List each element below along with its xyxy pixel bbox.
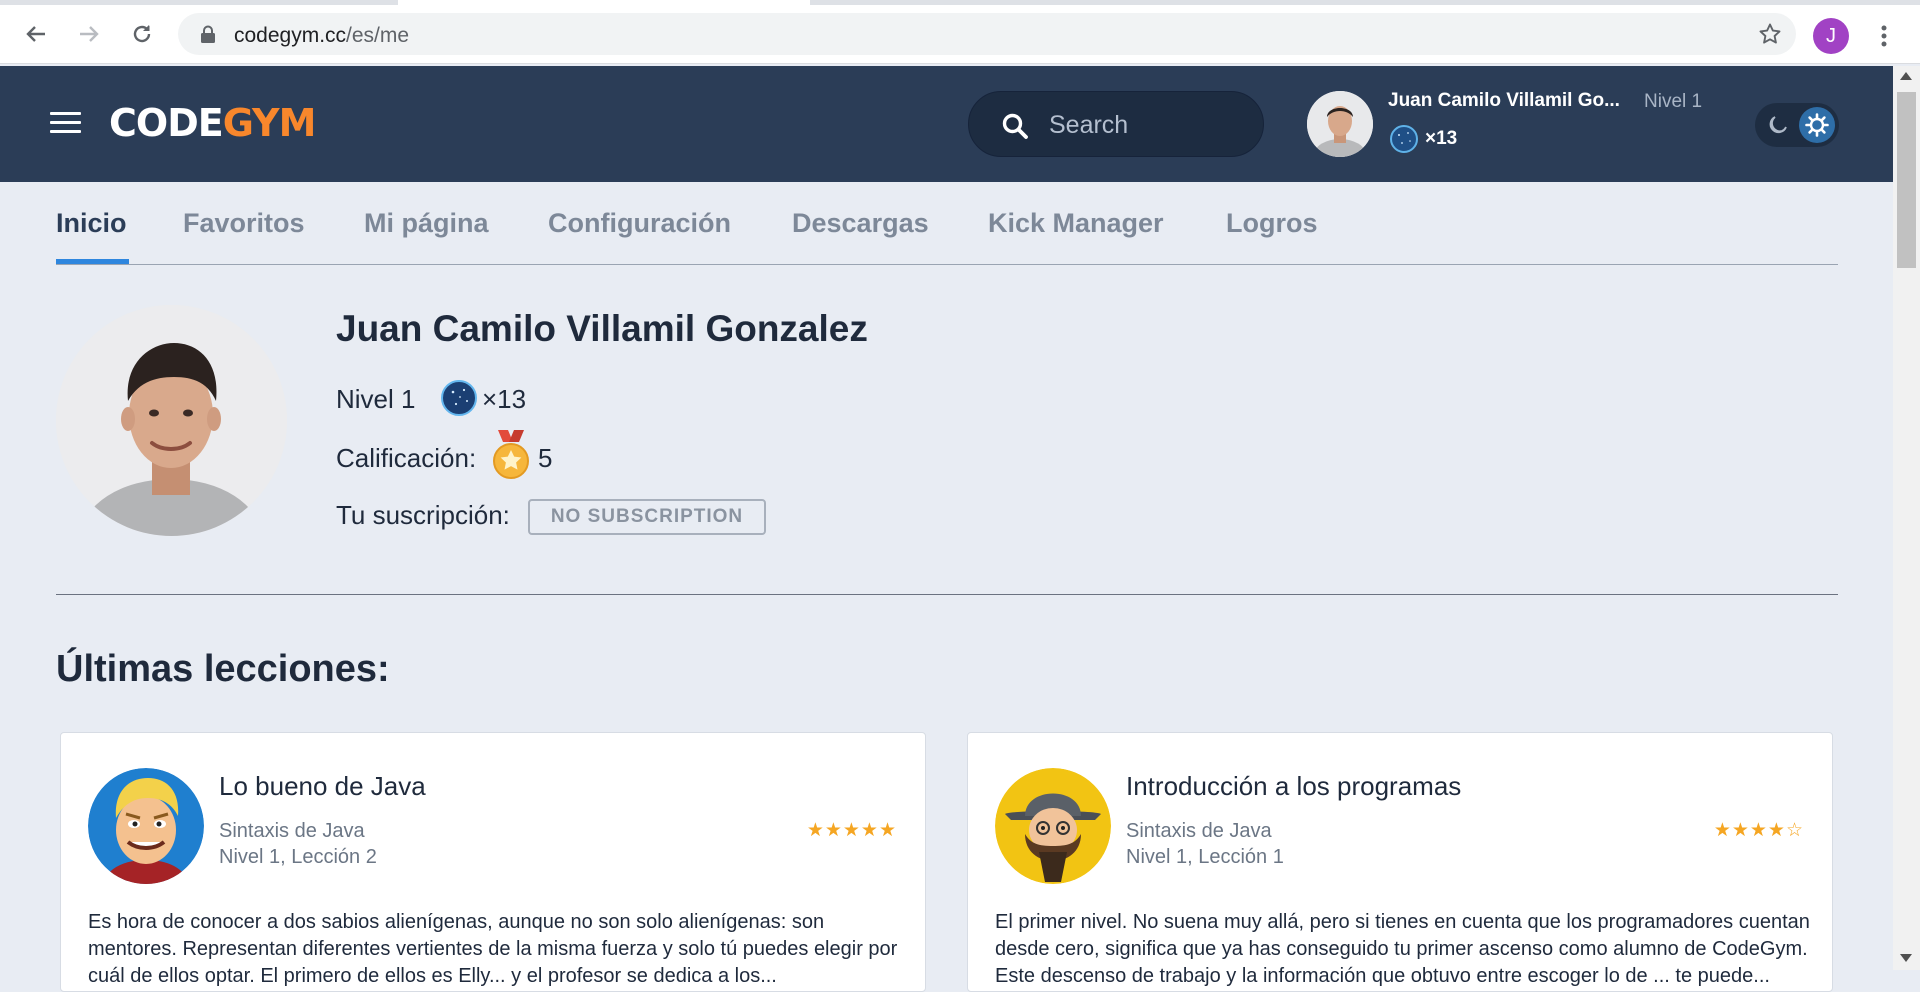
lesson-description: Es hora de conocer a dos sabios alieníge…: [88, 911, 898, 987]
lesson-level: Nivel 1, Lección 1: [1126, 846, 1284, 868]
reload-icon: [133, 25, 151, 43]
lock-icon: [201, 25, 215, 43]
search-box[interactable]: Search: [968, 91, 1264, 157]
profile-nav-tabs: Inicio Favoritos Mi página Configuración…: [56, 182, 1838, 265]
lesson-title[interactable]: Introducción a los programas: [1126, 771, 1461, 802]
active-tab-indicator: [56, 259, 129, 264]
codegym-logo[interactable]: CODEGYM: [109, 101, 317, 145]
rating-value: 5: [538, 443, 553, 473]
sun-gear-icon: [1805, 113, 1829, 137]
arrow-left-icon: [26, 26, 45, 42]
latest-lessons-title: Últimas lecciones:: [56, 648, 390, 690]
lesson-quest: Sintaxis de Java: [219, 820, 365, 842]
lesson-title[interactable]: Lo bueno de Java: [219, 771, 426, 802]
lesson-rating-stars: ★★★★★: [806, 820, 897, 841]
section-divider: [56, 594, 1838, 595]
profile-orb-count: ×13: [482, 384, 527, 414]
lesson-description: El primer nivel. No suena muy allá, pero…: [995, 911, 1810, 987]
scroll-down-arrow-icon[interactable]: [1900, 954, 1912, 962]
lesson-character-image: [995, 768, 1111, 884]
rating-label: Calificación:: [336, 443, 477, 473]
theme-toggle-knob: [1799, 107, 1835, 143]
more-vertical-icon: [1881, 25, 1887, 47]
theme-toggle[interactable]: [1755, 103, 1839, 147]
url-path: /es/me: [346, 24, 410, 47]
back-button[interactable]: [19, 17, 53, 51]
tab-logros[interactable]: Logros: [1226, 208, 1318, 239]
page-scrollbar[interactable]: [1893, 66, 1920, 970]
tab-favoritos[interactable]: Favoritos: [183, 208, 305, 239]
medal-icon: [493, 430, 529, 479]
lesson-quest: Sintaxis de Java: [1126, 820, 1272, 842]
profile-level: Nivel 1: [336, 384, 416, 414]
moon-icon: [1769, 116, 1787, 134]
subscription-badge[interactable]: NO SUBSCRIPTION: [528, 499, 766, 535]
dark-matter-orb-icon: [1390, 125, 1418, 153]
bookmark-star-icon[interactable]: [1758, 22, 1782, 46]
profile-initial: J: [1826, 24, 1836, 47]
search-icon: [1002, 113, 1028, 139]
site-header: CODEGYM Search Juan Camilo Villamil Go..…: [0, 66, 1893, 182]
browser-menu-button[interactable]: [1872, 19, 1896, 53]
profile-name: Juan Camilo Villamil Gonzalez: [336, 308, 868, 349]
subscription-label: Tu suscripción:: [336, 500, 510, 530]
header-user-level: Nivel 1: [1644, 91, 1703, 112]
url-host: codegym.cc: [234, 24, 347, 47]
browser-profile-avatar[interactable]: J: [1813, 18, 1849, 54]
logo-gym: GYM: [222, 101, 317, 145]
logo-code: CODE: [109, 101, 224, 145]
tab-mi-pagina[interactable]: Mi página: [364, 208, 489, 239]
lesson-level: Nivel 1, Lección 2: [219, 846, 377, 868]
dark-matter-orb-icon: [441, 380, 477, 416]
header-user-name[interactable]: Juan Camilo Villamil Go...: [1388, 90, 1620, 112]
lesson-character-image: [88, 768, 204, 884]
menu-hamburger-icon[interactable]: [50, 112, 81, 134]
url-text: codegym.cc/es/me: [234, 24, 409, 48]
browser-toolbar: codegym.cc/es/me J: [0, 5, 1920, 64]
scroll-up-arrow-icon[interactable]: [1900, 72, 1912, 80]
lesson-card[interactable]: Lo bueno de Java Sintaxis de Java Nivel …: [60, 732, 926, 992]
forward-button[interactable]: [72, 17, 106, 51]
tab-inicio[interactable]: Inicio: [56, 208, 127, 239]
tab-kick-manager[interactable]: Kick Manager: [988, 208, 1164, 239]
tab-configuracion[interactable]: Configuración: [548, 208, 731, 239]
header-user-avatar[interactable]: [1307, 91, 1373, 157]
tab-descargas[interactable]: Descargas: [792, 208, 929, 239]
lesson-rating-stars: ★★★★☆: [1713, 820, 1804, 841]
arrow-right-icon: [80, 26, 99, 42]
search-placeholder: Search: [1049, 111, 1129, 139]
scrollbar-thumb[interactable]: [1897, 92, 1916, 268]
reload-button[interactable]: [125, 17, 159, 51]
header-orb-count: ×13: [1425, 128, 1458, 149]
profile-avatar[interactable]: [56, 305, 287, 536]
lesson-card[interactable]: Introducción a los programas Sintaxis de…: [967, 732, 1833, 992]
address-bar[interactable]: codegym.cc/es/me: [178, 13, 1796, 55]
